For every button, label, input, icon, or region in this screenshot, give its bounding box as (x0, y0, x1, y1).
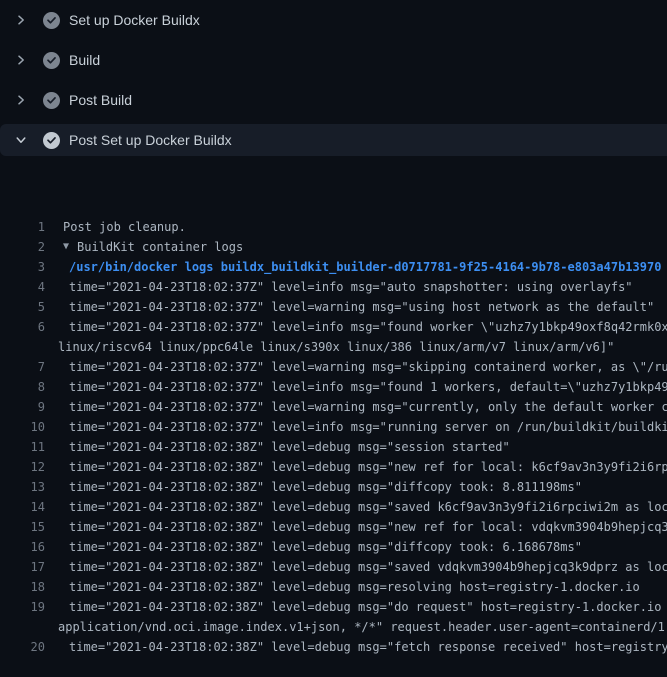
line-number[interactable]: 14 (0, 497, 45, 517)
line-number[interactable]: 13 (0, 477, 45, 497)
log-line: 17 time="2021-04-23T18:02:38Z" level=debu… (0, 557, 667, 577)
line-number[interactable]: 20 (0, 637, 45, 657)
line-number[interactable]: 16 (0, 537, 45, 557)
line-number[interactable]: 15 (0, 517, 45, 537)
log-line: 12 time="2021-04-23T18:02:38Z" level=debu… (0, 457, 667, 477)
log-text: time="2021-04-23T18:02:37Z" level=warnin… (69, 357, 667, 377)
log-line: 20 time="2021-04-23T18:02:38Z" level=debu… (0, 637, 667, 657)
log-text: time="2021-04-23T18:02:38Z" level=debug … (69, 477, 582, 497)
log-viewer: 1 Post job cleanup. 2 ▼BuildKit container l… (0, 164, 667, 677)
log-text: time="2021-04-23T18:02:38Z" level=debug … (69, 517, 667, 537)
log-line: 9 time="2021-04-23T18:02:37Z" level=warni… (0, 397, 667, 417)
job-steps-list: Set up Docker Buildx Build Post Build Po… (0, 0, 667, 156)
log-text: time="2021-04-23T18:02:38Z" level=debug … (69, 597, 667, 617)
log-line: 13 time="2021-04-23T18:02:38Z" level=debu… (0, 477, 667, 497)
log-text: time="2021-04-23T18:02:37Z" level=info m… (69, 277, 633, 297)
line-number[interactable]: 1 (0, 217, 45, 237)
line-number (0, 617, 45, 637)
chevron-down-icon (14, 133, 28, 147)
log-line: 7 time="2021-04-23T18:02:37Z" level=warni… (0, 357, 667, 377)
log-text: time="2021-04-23T18:02:37Z" level=warnin… (69, 297, 654, 317)
line-number[interactable]: 2 (0, 237, 45, 257)
log-line: 18 time="2021-04-23T18:02:38Z" level=debu… (0, 577, 667, 597)
log-line: 10 time="2021-04-23T18:02:37Z" level=info… (0, 417, 667, 437)
log-text: time="2021-04-23T18:02:38Z" level=debug … (69, 577, 640, 597)
log-text: time="2021-04-23T18:02:37Z" level=info m… (69, 377, 667, 397)
log-text: time="2021-04-23T18:02:37Z" level=info m… (69, 417, 667, 437)
step-label: Build (69, 52, 100, 68)
log-text: time="2021-04-23T18:02:38Z" level=debug … (69, 537, 582, 557)
line-number[interactable]: 6 (0, 317, 45, 337)
log-line: 14 time="2021-04-23T18:02:38Z" level=debu… (0, 497, 667, 517)
chevron-right-icon (14, 13, 28, 27)
log-line: application/vnd.oci.image.index.v1+json,… (0, 617, 667, 637)
log-text: time="2021-04-23T18:02:38Z" level=debug … (69, 437, 510, 457)
line-number[interactable]: 3 (0, 257, 45, 277)
step-label: Post Set up Docker Buildx (69, 132, 232, 148)
step-label: Post Build (69, 92, 132, 108)
chevron-right-icon (14, 53, 28, 67)
line-number[interactable]: 4 (0, 277, 45, 297)
log-text: time="2021-04-23T18:02:38Z" level=debug … (69, 457, 667, 477)
line-number[interactable]: 19 (0, 597, 45, 617)
log-line: 8 time="2021-04-23T18:02:37Z" level=info … (0, 377, 667, 397)
log-group-toggle[interactable]: ▼BuildKit container logs (63, 237, 243, 257)
log-text: Post job cleanup. (63, 217, 186, 237)
line-number[interactable]: 10 (0, 417, 45, 437)
check-circle-icon (43, 52, 60, 69)
log-text: time="2021-04-23T18:02:37Z" level=warnin… (69, 397, 667, 417)
check-circle-icon (43, 132, 60, 149)
log-text: application/vnd.oci.image.index.v1+json,… (58, 617, 667, 637)
log-line: 19 time="2021-04-23T18:02:38Z" level=debu… (0, 597, 667, 617)
step-row-build[interactable]: Build (0, 44, 667, 76)
log-line: 5 time="2021-04-23T18:02:37Z" level=warni… (0, 297, 667, 317)
log-line: linux/riscv64 linux/ppc64le linux/s390x … (0, 337, 667, 357)
log-line: 2 ▼BuildKit container logs (0, 237, 667, 257)
log-text: time="2021-04-23T18:02:37Z" level=info m… (69, 317, 667, 337)
line-number[interactable]: 11 (0, 437, 45, 457)
step-row-post-set-up-docker-buildx[interactable]: Post Set up Docker Buildx (0, 124, 667, 156)
log-lines: 1 Post job cleanup. 2 ▼BuildKit container l… (0, 217, 667, 657)
step-row-set-up-docker-buildx[interactable]: Set up Docker Buildx (0, 4, 667, 36)
line-number[interactable]: 12 (0, 457, 45, 477)
triangle-down-icon[interactable]: ▼ (63, 237, 77, 257)
line-number[interactable]: 8 (0, 377, 45, 397)
log-text: linux/riscv64 linux/ppc64le linux/s390x … (58, 337, 614, 357)
check-circle-icon (43, 12, 60, 29)
line-number[interactable]: 17 (0, 557, 45, 577)
log-line: 15 time="2021-04-23T18:02:38Z" level=debu… (0, 517, 667, 537)
log-line: 1 Post job cleanup. (0, 217, 667, 237)
log-text: time="2021-04-23T18:02:38Z" level=debug … (69, 497, 667, 517)
chevron-right-icon (14, 93, 28, 107)
log-line: 11 time="2021-04-23T18:02:38Z" level=debu… (0, 437, 667, 457)
log-command-link[interactable]: /usr/bin/docker logs buildx_buildkit_bui… (69, 257, 661, 277)
step-row-post-build[interactable]: Post Build (0, 84, 667, 116)
line-number[interactable]: 9 (0, 397, 45, 417)
line-number[interactable]: 5 (0, 297, 45, 317)
log-text: time="2021-04-23T18:02:38Z" level=debug … (69, 557, 667, 577)
log-text: time="2021-04-23T18:02:38Z" level=debug … (69, 637, 667, 657)
step-label: Set up Docker Buildx (69, 12, 200, 28)
line-number[interactable]: 18 (0, 577, 45, 597)
log-line: 4 time="2021-04-23T18:02:37Z" level=info … (0, 277, 667, 297)
line-number (0, 337, 45, 357)
check-circle-icon (43, 92, 60, 109)
line-number[interactable]: 7 (0, 357, 45, 377)
log-line: 16 time="2021-04-23T18:02:38Z" level=debu… (0, 537, 667, 557)
log-line: 3/usr/bin/docker logs buildx_buildkit_bu… (0, 257, 667, 277)
log-line: 6 time="2021-04-23T18:02:37Z" level=info … (0, 317, 667, 337)
